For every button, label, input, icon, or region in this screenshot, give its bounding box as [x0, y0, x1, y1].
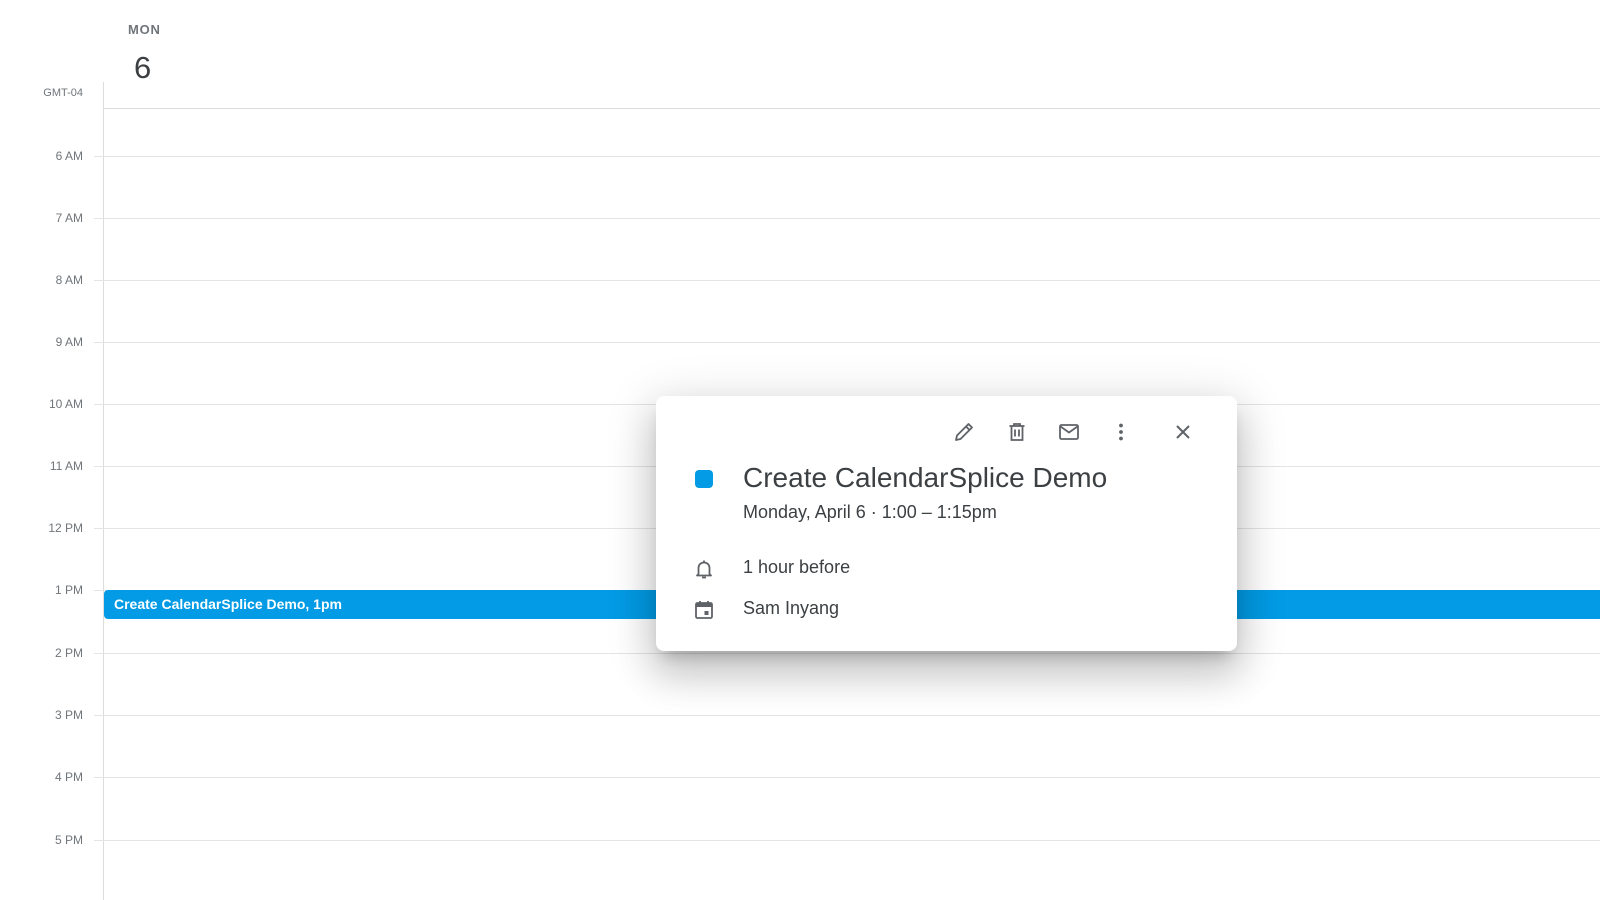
hour-row: 6 AM — [0, 149, 1600, 163]
event-chip-label: Create CalendarSplice Demo, 1pm — [114, 596, 342, 612]
email-guests-button[interactable] — [1049, 412, 1089, 452]
close-popover-button[interactable] — [1163, 412, 1203, 452]
pencil-icon — [952, 420, 976, 444]
hour-line — [94, 218, 1600, 219]
hour-label: 1 PM — [54, 583, 83, 597]
hour-label: 6 AM — [55, 149, 83, 163]
day-name: MON — [128, 22, 161, 37]
hour-label: 11 AM — [49, 459, 83, 473]
event-details-popover: Create CalendarSplice Demo Monday, April… — [656, 396, 1237, 651]
reminder-text: 1 hour before — [743, 557, 851, 577]
hour-row: 5 PM — [0, 833, 1600, 847]
hour-label: 5 PM — [54, 833, 83, 847]
hour-label: 9 AM — [55, 335, 83, 349]
bell-icon — [692, 557, 716, 581]
hour-label: 2 PM — [54, 646, 83, 660]
hour-label: 4 PM — [54, 770, 83, 784]
hour-row: 3 PM — [0, 708, 1600, 722]
hour-line — [94, 342, 1600, 343]
hour-row: 9 AM — [0, 335, 1600, 349]
hour-line — [94, 777, 1600, 778]
event-color-swatch — [695, 470, 713, 488]
hour-label: 8 AM — [55, 273, 83, 287]
day-header: MON 6 — [104, 0, 184, 100]
day-number[interactable]: 6 — [134, 50, 151, 86]
hour-line — [94, 653, 1600, 654]
hour-row: 8 AM — [0, 273, 1600, 287]
hour-line — [94, 280, 1600, 281]
close-icon — [1171, 420, 1195, 444]
header-divider — [103, 108, 1600, 109]
hour-line — [94, 840, 1600, 841]
event-title: Create CalendarSplice Demo — [743, 462, 1108, 493]
calendar-owner: Sam Inyang — [743, 598, 840, 618]
event-date-time: Monday, April 6 · 1:00 – 1:15pm — [743, 502, 997, 522]
hour-label: 12 PM — [48, 521, 83, 535]
more-vert-icon — [1109, 420, 1133, 444]
hour-row: 4 PM — [0, 770, 1600, 784]
hour-line — [94, 156, 1600, 157]
hour-label: 3 PM — [54, 708, 83, 722]
more-options-button[interactable] — [1101, 412, 1141, 452]
hour-row: 2 PM — [0, 646, 1600, 660]
delete-event-button[interactable] — [997, 412, 1037, 452]
timezone-label: GMT-04 — [43, 87, 83, 99]
hour-row: 7 AM — [0, 211, 1600, 225]
hour-label: 7 AM — [55, 211, 83, 225]
trash-icon — [1005, 420, 1029, 444]
calendar-icon — [692, 598, 716, 622]
hour-label: 10 AM — [48, 397, 83, 411]
mail-icon — [1057, 420, 1081, 444]
hour-line — [94, 715, 1600, 716]
edit-event-button[interactable] — [944, 412, 984, 452]
